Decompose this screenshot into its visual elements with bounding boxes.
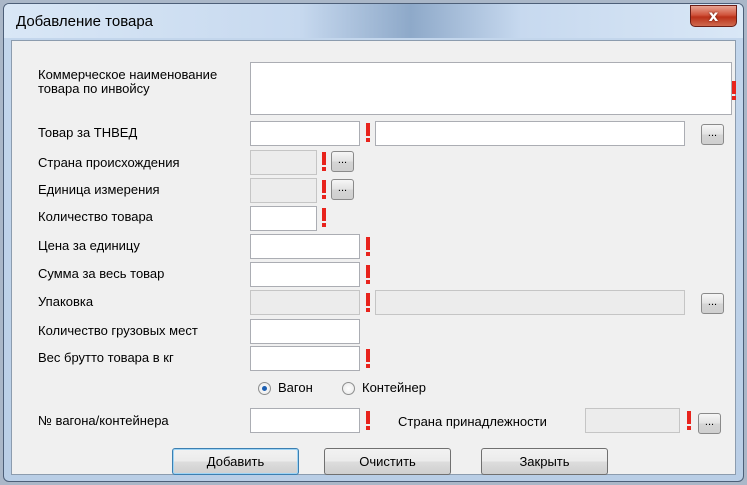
required-marker <box>322 208 326 228</box>
title-bar[interactable]: Добавление товара x <box>4 4 743 38</box>
clear-button[interactable]: Очистить <box>324 448 451 475</box>
cargo-places-field[interactable] <box>250 319 360 344</box>
origin-country-field <box>250 150 317 175</box>
gross-weight-label: Вес брутто товара в кг <box>38 350 174 365</box>
tnved-label: Товар за ТНВЕД <box>38 125 138 140</box>
required-marker <box>322 180 326 200</box>
container-radio-label[interactable]: Контейнер <box>362 380 426 395</box>
required-marker <box>687 411 691 431</box>
packaging-label: Упаковка <box>38 294 94 309</box>
packaging-browse-button[interactable]: ... <box>701 293 724 314</box>
packaging-description-field <box>375 290 685 315</box>
wagon-radio[interactable] <box>258 382 271 395</box>
required-marker <box>366 411 370 431</box>
wagon-radio-label[interactable]: Вагон <box>278 380 313 395</box>
wagon-number-label: № вагона/контейнера <box>38 413 169 428</box>
required-marker <box>366 237 370 257</box>
ownership-country-label: Страна принадлежности <box>398 414 547 429</box>
ownership-country-browse-button[interactable]: ... <box>698 413 721 434</box>
tnved-code-field[interactable] <box>250 121 360 146</box>
tnved-browse-button[interactable]: ... <box>701 124 724 145</box>
close-icon: x <box>708 7 719 25</box>
quantity-label: Количество товара <box>38 209 153 224</box>
close-window-button[interactable]: x <box>690 5 737 27</box>
container-radio[interactable] <box>342 382 355 395</box>
required-marker <box>366 265 370 285</box>
unit-price-field[interactable] <box>250 234 360 259</box>
wagon-number-field[interactable] <box>250 408 360 433</box>
required-marker <box>366 293 370 313</box>
cargo-places-label: Количество грузовых мест <box>38 323 198 338</box>
required-marker <box>366 123 370 143</box>
total-sum-label: Сумма за весь товар <box>38 266 165 281</box>
origin-country-browse-button[interactable]: ... <box>331 151 354 172</box>
radio-selected-dot <box>262 386 267 391</box>
total-sum-field[interactable] <box>250 262 360 287</box>
tnved-description-field[interactable] <box>375 121 685 146</box>
unit-price-label: Цена за единицу <box>38 238 140 253</box>
required-marker <box>322 152 326 172</box>
unit-field <box>250 178 317 203</box>
close-button[interactable]: Закрыть <box>481 448 608 475</box>
gross-weight-field[interactable] <box>250 346 360 371</box>
form-panel: Коммерческое наименование товара по инво… <box>11 40 736 475</box>
quantity-field[interactable] <box>250 206 317 231</box>
commercial-name-field[interactable] <box>250 62 732 115</box>
ownership-country-field <box>585 408 680 433</box>
unit-label: Единица измерения <box>38 182 160 197</box>
window-title: Добавление товара <box>16 13 154 30</box>
dialog-window: Добавление товара x Коммерческое наимено… <box>3 3 744 482</box>
commercial-name-label: Коммерческое наименование товара по инво… <box>38 67 218 96</box>
required-marker <box>366 349 370 369</box>
origin-country-label: Страна происхождения <box>38 155 180 170</box>
packaging-code-field <box>250 290 360 315</box>
add-button[interactable]: Добавить <box>172 448 299 475</box>
unit-browse-button[interactable]: ... <box>331 179 354 200</box>
required-marker <box>732 81 736 101</box>
